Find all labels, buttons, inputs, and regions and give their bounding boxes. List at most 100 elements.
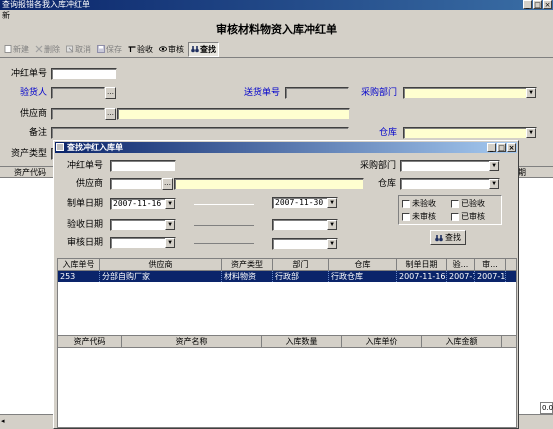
chevron-down-icon[interactable]: ▼: [165, 220, 175, 230]
dlg-warehouse-select[interactable]: ▼: [400, 178, 500, 190]
dialog-minimize-button[interactable]: _: [487, 143, 496, 152]
save-button[interactable]: 保存: [95, 43, 124, 56]
col-header[interactable]: 审...: [475, 259, 506, 270]
status-value: 0.0: [540, 402, 553, 414]
accept-icon: [128, 46, 136, 52]
unaccepted-checkbox[interactable]: 未验收: [402, 198, 436, 209]
supplier-input[interactable]: [51, 108, 105, 120]
supplier-label: 供应商: [19, 109, 47, 119]
scroll-left-arrow-icon[interactable]: ◂: [1, 417, 5, 425]
dlg-purchase-dept-select[interactable]: ▼: [400, 160, 500, 172]
find-button[interactable]: 查找: [188, 41, 219, 57]
checkbox-box[interactable]: [451, 199, 459, 208]
new-icon: [4, 45, 12, 53]
chevron-down-icon[interactable]: ▼: [327, 220, 337, 230]
audited-checkbox[interactable]: 已审核: [451, 211, 485, 222]
chevron-down-icon[interactable]: ▼: [165, 199, 175, 209]
cancel-button[interactable]: 取消: [64, 43, 93, 56]
cancel-icon: [66, 45, 74, 53]
menu-item[interactable]: 新: [2, 11, 10, 20]
col-header[interactable]: 验...: [447, 259, 475, 270]
result-grid[interactable]: 入库单号 供应商 资产类型 部门 仓库 制单日期 验... 审... 253 分…: [57, 258, 517, 338]
dlg-find-button[interactable]: 查找: [430, 230, 466, 245]
dlg-audit-date-from[interactable]: ▼: [110, 237, 176, 249]
supplier-lookup-button[interactable]: …: [105, 108, 116, 120]
chevron-down-icon[interactable]: ▼: [526, 88, 536, 98]
binoculars-icon: [191, 46, 199, 53]
eye-icon: [159, 46, 167, 52]
accepted-checkbox[interactable]: 已验收: [451, 198, 485, 209]
main-grid-col-last: 期: [518, 168, 526, 177]
window-controls: _ □ ×: [523, 0, 552, 9]
minimize-button[interactable]: _: [523, 0, 532, 9]
dlg-supplier-lookup-button[interactable]: …: [162, 178, 173, 190]
delivery-no-label: 送货单号: [243, 88, 280, 98]
warehouse-select[interactable]: ▼: [403, 127, 537, 139]
chevron-down-icon[interactable]: ▼: [526, 128, 536, 138]
checkbox-box[interactable]: [451, 212, 459, 221]
date-range-divider: [194, 225, 254, 226]
col-header[interactable]: 供应商: [100, 259, 222, 270]
find-dialog: 查找冲红入库单 _ □ × 冲红单号 供应商 … 制单日期 2007-11-16…: [53, 140, 519, 429]
dlg-accept-date-to[interactable]: ▼: [272, 219, 338, 231]
page-title: 审核材料物资入库冲红单: [216, 23, 337, 36]
checkbox-box[interactable]: [402, 199, 410, 208]
col-header[interactable]: 入库数量: [262, 336, 342, 347]
chevron-down-icon[interactable]: ▼: [327, 198, 337, 208]
unaudited-checkbox[interactable]: 未审核: [402, 211, 436, 222]
inspector-input[interactable]: [51, 87, 105, 99]
accept-button[interactable]: 验收: [126, 43, 155, 56]
red-no-input[interactable]: [51, 68, 117, 80]
table-row[interactable]: 253 分部自购厂家 材料物资 行政部 行政仓库 2007-11-16 2007…: [58, 271, 516, 282]
maximize-button[interactable]: □: [533, 0, 542, 9]
dlg-accept-date-from[interactable]: ▼: [110, 219, 176, 231]
col-header[interactable]: 制单日期: [397, 259, 447, 270]
col-header[interactable]: 资产名称: [122, 336, 262, 347]
checkbox-box[interactable]: [402, 212, 410, 221]
dlg-purchase-dept-label: 采购部门: [359, 161, 396, 171]
dlg-supplier-input[interactable]: [110, 178, 162, 190]
remark-label: 备注: [28, 128, 47, 138]
col-header[interactable]: 入库单号: [58, 259, 100, 270]
close-button[interactable]: ×: [543, 0, 552, 9]
window-titlebar: 查询报错各我入库冲红单 _ □ ×: [0, 0, 553, 10]
new-button[interactable]: 新建: [2, 43, 31, 56]
toolbar: 新建 删除 取消 保存 验收 审核 查找: [0, 41, 553, 58]
col-header[interactable]: 部门: [273, 259, 329, 270]
dlg-audit-date-to[interactable]: ▼: [272, 238, 338, 250]
remark-input[interactable]: [51, 127, 349, 139]
delivery-no-input[interactable]: [285, 87, 349, 99]
purchase-dept-select[interactable]: ▼: [403, 87, 537, 99]
date-range-divider: [194, 243, 254, 244]
detail-grid[interactable]: 资产代码 资产名称 入库数量 入库单价 入库金额: [57, 335, 517, 428]
warehouse-label: 仓库: [378, 128, 397, 138]
col-header[interactable]: 资产类型: [222, 259, 273, 270]
delete-button[interactable]: 删除: [33, 43, 62, 56]
col-header[interactable]: 仓库: [329, 259, 397, 270]
col-header[interactable]: 入库金额: [422, 336, 502, 347]
chevron-down-icon[interactable]: ▼: [489, 179, 499, 189]
dialog-close-button[interactable]: ×: [507, 143, 516, 152]
dlg-make-date-to[interactable]: 2007-11-30 ▼: [272, 197, 338, 209]
dialog-maximize-button[interactable]: □: [497, 143, 506, 152]
dlg-make-date-from[interactable]: 2007-11-16 ▼: [110, 198, 176, 210]
dlg-red-no-input[interactable]: [110, 160, 176, 172]
date-range-divider: [194, 204, 254, 205]
binoculars-icon: [435, 234, 443, 241]
detail-grid-header: 资产代码 资产名称 入库数量 入库单价 入库金额: [58, 336, 516, 348]
dlg-audit-date-label: 审核日期: [66, 238, 103, 248]
main-grid-col-asset-code: 资产代码: [14, 168, 46, 177]
dlg-warehouse-label: 仓库: [377, 179, 396, 189]
dialog-controls: _ □ ×: [487, 143, 516, 152]
col-header[interactable]: 资产代码: [58, 336, 122, 347]
chevron-down-icon[interactable]: ▼: [327, 239, 337, 249]
audit-button[interactable]: 审核: [157, 43, 186, 56]
col-header[interactable]: 入库单价: [342, 336, 422, 347]
menu-bar: 新: [0, 10, 553, 21]
dlg-make-date-label: 制单日期: [66, 199, 103, 209]
dialog-app-icon: [56, 143, 64, 151]
chevron-down-icon[interactable]: ▼: [165, 238, 175, 248]
inspector-lookup-button[interactable]: …: [105, 87, 116, 99]
status-filter-group: 未验收 已验收 未审核 已审核: [398, 195, 502, 225]
chevron-down-icon[interactable]: ▼: [489, 161, 499, 171]
